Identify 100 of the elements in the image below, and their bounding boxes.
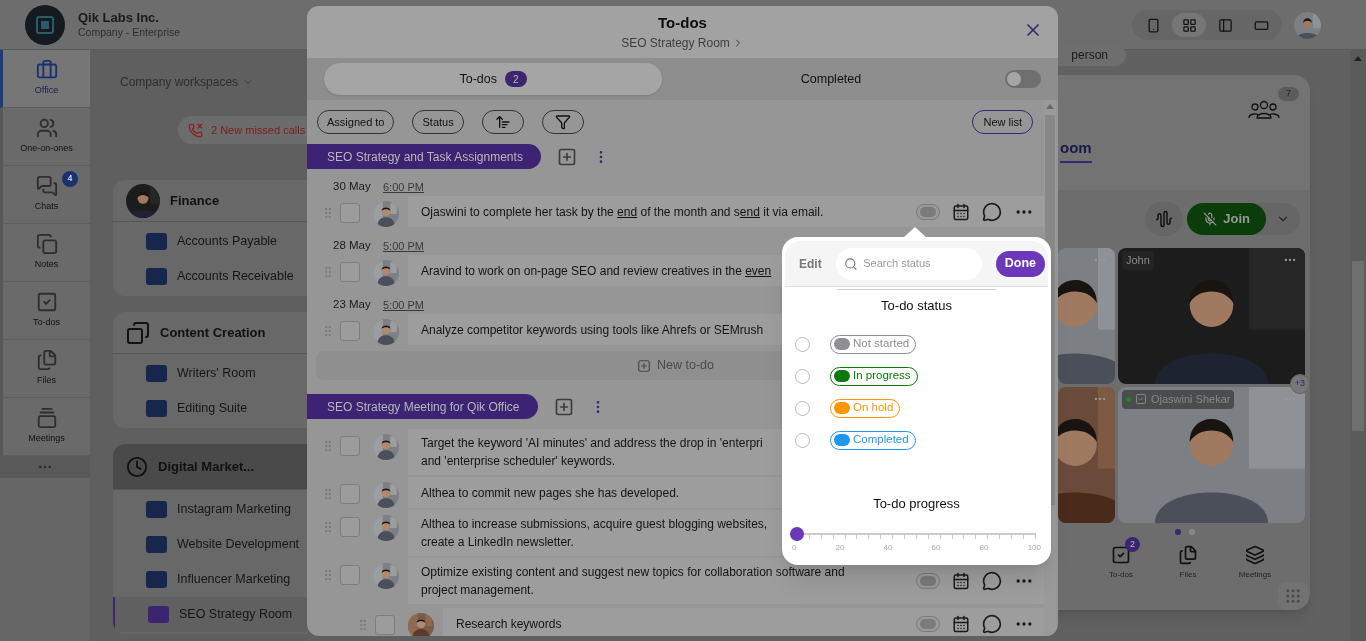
room-item[interactable]: Website Development — [113, 527, 307, 562]
todo-checkbox[interactable] — [375, 615, 395, 635]
people-icon — [35, 117, 58, 140]
nav-label: Office — [34, 84, 59, 98]
nav-item[interactable]: Meetings — [0, 398, 90, 456]
join-button[interactable]: Join — [1187, 203, 1266, 235]
todo-checkbox[interactable] — [340, 262, 360, 282]
due-date: 30 May — [332, 179, 372, 195]
unread-badge: 4 — [62, 171, 78, 187]
view-mode-button[interactable] — [1172, 13, 1206, 37]
slider-thumb[interactable] — [790, 527, 804, 541]
comment-icon[interactable] — [982, 201, 1002, 222]
panel-nav-item[interactable]: Meetings — [1234, 545, 1276, 581]
sort-icon — [494, 114, 511, 130]
room-item[interactable]: Influencer Marketing — [113, 562, 307, 597]
due-time[interactable]: 5:00 PM — [383, 237, 424, 255]
room-item[interactable]: SEO Strategy Room — [113, 597, 307, 632]
nav-item[interactable]: One-on-ones — [0, 108, 90, 166]
panel-nav-item[interactable]: Files — [1167, 545, 1209, 581]
todo-text[interactable]: Althea to commit new pages she has developed. — [421, 483, 680, 502]
company-name: Qik Labs Inc. — [78, 10, 160, 26]
clock-icon — [126, 455, 148, 478]
section-title: To-do progress — [872, 494, 961, 513]
nav-label: Meetings — [28, 432, 65, 446]
calendar-icon[interactable] — [952, 202, 970, 221]
tab[interactable]: To-dos 2 — [324, 63, 662, 95]
room-name: Influencer Marketing — [177, 571, 291, 589]
list-title[interactable]: SEO Strategy Meeting for Qik Office — [307, 394, 538, 419]
tab[interactable]: Completed — [662, 63, 1000, 95]
tick-label: 0 — [792, 542, 797, 554]
room-name: Accounts Payable — [177, 233, 278, 251]
status-pill[interactable] — [916, 203, 940, 220]
todo-text[interactable]: Aravind to work on on-page SEO and review creatives in the even — [421, 261, 772, 280]
nav-item[interactable]: Office — [0, 50, 90, 108]
todo-checkbox[interactable] — [340, 517, 360, 537]
list-title[interactable]: SEO Strategy and Task Assignments — [307, 144, 541, 169]
due-time[interactable]: 5:00 PM — [383, 296, 424, 314]
search-input[interactable]: Search status — [863, 255, 974, 272]
apps-button[interactable] — [1278, 582, 1308, 610]
workspace-title: Finance — [170, 191, 220, 210]
add-icon[interactable] — [556, 146, 577, 167]
count-badge: 2 — [505, 71, 527, 87]
calendar-icon[interactable] — [952, 614, 970, 633]
page-scrollbar[interactable] — [1350, 50, 1366, 641]
workspace-header[interactable]: Digital Market... — [113, 444, 307, 490]
audio-button[interactable] — [1145, 202, 1184, 236]
room-item[interactable]: Writers' Room — [113, 356, 307, 391]
participant-name: Ojaswini Shekar — [1151, 392, 1231, 407]
checkbox-icon — [1135, 393, 1147, 406]
sidebar-layout-icon — [1217, 17, 1233, 33]
todo-checkbox[interactable] — [340, 321, 360, 341]
completed-toggle[interactable] — [1005, 70, 1041, 88]
todo-checkbox[interactable] — [340, 203, 360, 223]
todo-checkbox[interactable] — [340, 565, 360, 585]
calendar-icon[interactable] — [952, 572, 970, 590]
pages-icon — [35, 233, 58, 256]
nav-item[interactable]: Chats 4 — [0, 166, 90, 224]
todo-checkbox[interactable] — [340, 436, 360, 456]
status-pill[interactable] — [916, 573, 940, 589]
participants-icon[interactable] — [1248, 99, 1280, 119]
todo-text[interactable]: Optimize existing content and suggest new topics for collaboration software and project management. — [421, 563, 845, 599]
todo-text[interactable]: Althea to increase submissions, acquire guest blogging websites, create a LinkedIn newsletter. — [421, 515, 768, 551]
chat-bubbles-icon — [35, 175, 58, 198]
panel-nav-label: Files — [1179, 569, 1197, 581]
logo-icon — [25, 4, 65, 45]
room-name: Instagram Marketing — [177, 501, 291, 519]
missed-calls-chip[interactable]: 2 New missed calls — [178, 116, 307, 144]
nav-label: Chats — [34, 200, 59, 214]
add-icon[interactable] — [553, 396, 574, 417]
files-icon — [1178, 545, 1198, 565]
room-name: Accounts Receivable — [177, 268, 294, 286]
todo-text[interactable]: Ojaswini to complete her task by the end of the month and send it via email. — [421, 202, 824, 221]
room-name: Editing Suite — [177, 400, 248, 418]
room-item[interactable]: Accounts Receivable — [113, 259, 307, 294]
room-item[interactable]: Editing Suite — [113, 391, 307, 426]
missed-calls-label: 2 New missed calls — [211, 122, 306, 138]
nav-item[interactable]: To-dos — [0, 282, 90, 340]
workspace-header[interactable]: Finance — [113, 180, 307, 222]
panel-nav-label: Meetings — [1238, 569, 1272, 581]
todo-text[interactable]: Target the keyword 'AI minutes' and address the drop in 'enterpri and 'enterprise scheduler' keywords. — [421, 434, 763, 470]
due-time[interactable]: 6:00 PM — [383, 178, 424, 196]
status-pill[interactable] — [916, 615, 940, 632]
room-link[interactable]: SEO Strategy Room — [621, 34, 744, 53]
todo-text[interactable]: Analyze competitor keywords using tools like Ahrefs or SEMrush — [421, 320, 764, 339]
todo-checkbox[interactable] — [340, 484, 360, 504]
nav-item[interactable]: Files — [0, 340, 90, 398]
done-button[interactable]: Done — [995, 250, 1045, 277]
nav-item[interactable]: Notes — [0, 224, 90, 282]
checkbox-icon — [1111, 545, 1131, 565]
room-item[interactable]: Accounts Payable — [113, 224, 307, 259]
comment-icon[interactable] — [982, 571, 1002, 591]
nav-label: To-dos — [33, 316, 60, 330]
comment-icon[interactable] — [982, 613, 1002, 634]
search-field[interactable]: Search status — [835, 247, 982, 280]
edit-button[interactable]: Edit — [799, 254, 822, 273]
company-plan: Company - Enterprise — [78, 26, 181, 39]
checkbox-icon — [35, 291, 58, 314]
todo-text[interactable]: Research keywords — [456, 614, 562, 633]
room-item[interactable]: Instagram Marketing — [113, 492, 307, 527]
room-title: oom — [1060, 137, 1092, 163]
